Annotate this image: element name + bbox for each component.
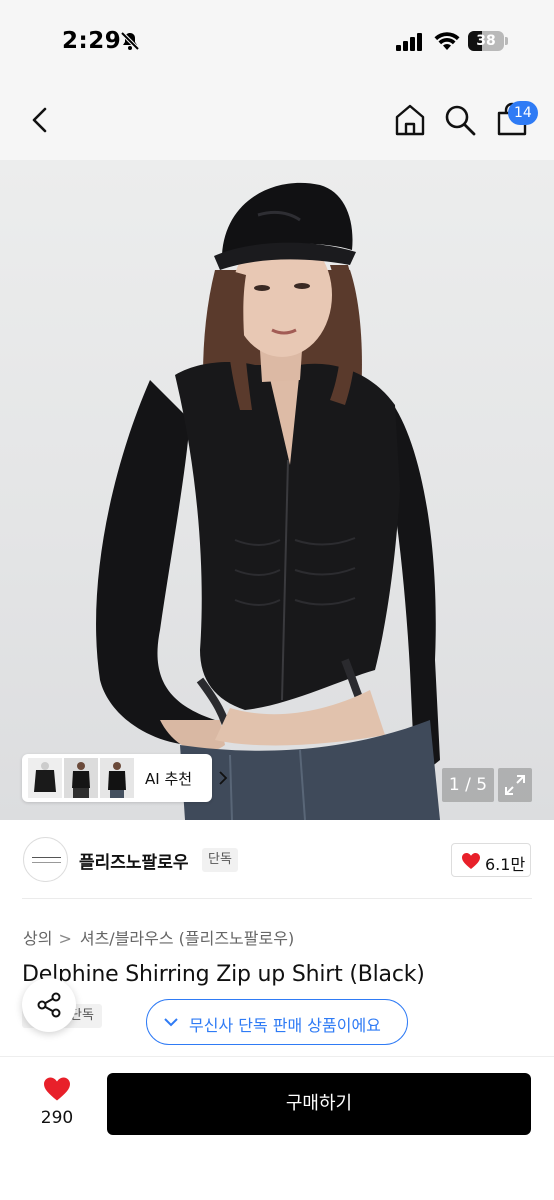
recommend-thumbnail[interactable] — [28, 758, 62, 798]
expand-icon[interactable] — [498, 768, 532, 802]
home-icon[interactable] — [392, 102, 428, 138]
recommend-thumbnail[interactable] — [64, 758, 98, 798]
brand-name[interactable]: 플리즈노팔로우 — [79, 848, 188, 873]
breadcrumb-item[interactable]: 셔츠/블라우스 (플리즈노팔로우) — [80, 929, 294, 948]
breadcrumb-item[interactable]: 상의 — [23, 929, 52, 948]
cart-count-badge: 14 — [508, 101, 538, 125]
product-photo — [96, 182, 440, 820]
wifi-icon — [434, 32, 460, 50]
product-like-button[interactable]: 290 — [30, 1074, 84, 1134]
battery-icon: 38 — [468, 31, 508, 51]
chevron-right-icon — [219, 771, 228, 785]
brand-logo[interactable] — [23, 837, 68, 882]
search-icon[interactable] — [442, 102, 478, 138]
share-icon — [37, 992, 61, 1018]
product-image[interactable]: AI 추천 1 / 5 — [0, 160, 554, 820]
image-page-counter: 1 / 5 — [442, 768, 494, 802]
exclusive-notice-pill[interactable]: 무신사 단독 판매 상품이에요 — [146, 999, 408, 1045]
status-time: 2:29 — [62, 28, 122, 54]
status-bar: 2:29 38 — [0, 0, 554, 82]
top-nav-bar — [0, 82, 554, 160]
brand-like-count: 6.1만 — [485, 855, 526, 874]
chevron-left-icon[interactable] — [22, 102, 58, 138]
cellular-signal-icon — [396, 33, 422, 51]
battery-level: 38 — [476, 33, 496, 49]
chevron-right-icon: > — [58, 929, 72, 948]
brand-like-button[interactable]: 6.1만 — [451, 843, 531, 877]
buy-button[interactable]: 구매하기 — [107, 1073, 531, 1135]
exclusive-notice-text: 무신사 단독 판매 상품이에요 — [189, 1016, 381, 1035]
heart-icon — [462, 853, 480, 869]
bell-slash-icon — [120, 31, 140, 51]
recommend-thumbnail[interactable] — [100, 758, 134, 798]
chevron-down-icon — [164, 1018, 178, 1027]
breadcrumb: 상의 > 셔츠/블라우스 (플리즈노팔로우) — [23, 925, 294, 949]
brand-exclusive-badge: 단독 — [202, 848, 238, 872]
heart-icon — [44, 1077, 70, 1101]
share-button[interactable] — [22, 978, 76, 1032]
ai-recommend-label: AI 추천 — [145, 770, 193, 788]
ai-recommend-card[interactable]: AI 추천 — [22, 754, 228, 802]
product-title: Delphine Shirring Zip up Shirt (Black) — [22, 962, 425, 987]
divider — [22, 898, 532, 899]
product-like-count: 290 — [40, 1108, 74, 1128]
